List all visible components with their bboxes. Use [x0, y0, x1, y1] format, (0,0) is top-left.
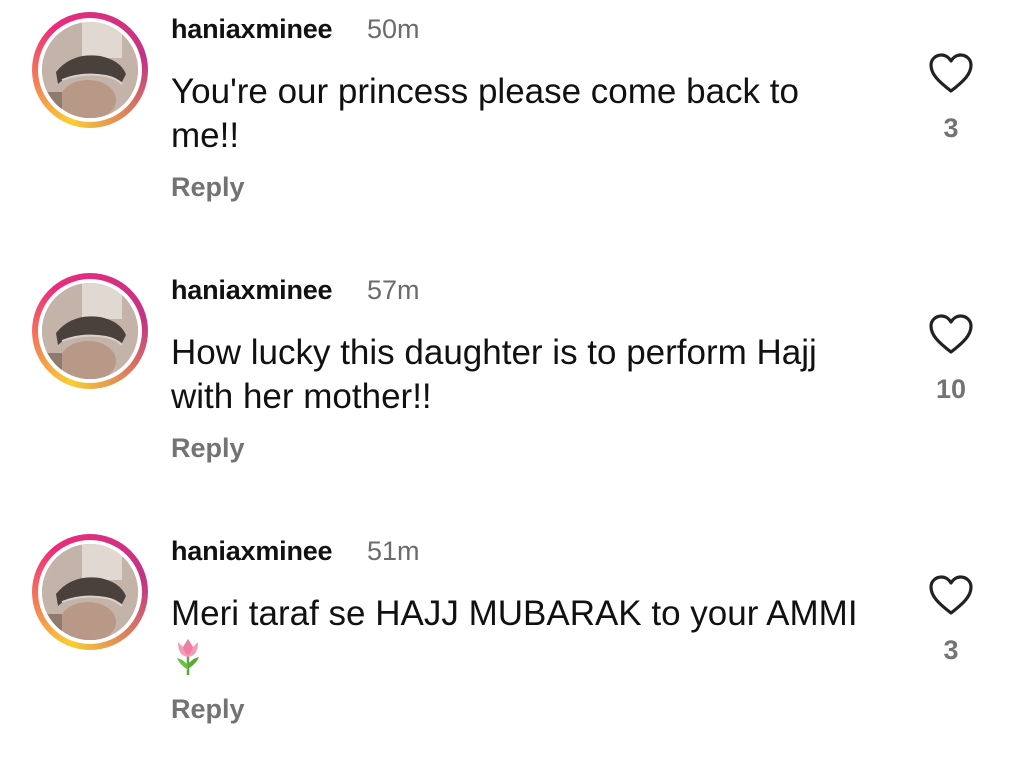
comment-timestamp: 57m: [367, 275, 420, 305]
comment-item: haniaxminee 51m Meri taraf se HAJJ MUBAR…: [0, 522, 1024, 783]
avatar-photo: [42, 22, 138, 118]
comment-text-body: Meri taraf se HAJJ MUBARAK to your AMMI: [171, 594, 858, 633]
reply-button[interactable]: Reply: [171, 694, 245, 725]
avatar-photo: [42, 283, 138, 379]
comment-timestamp: 51m: [367, 536, 420, 566]
avatar[interactable]: [32, 12, 148, 128]
heart-outline-icon[interactable]: [928, 52, 974, 94]
comment-text: Meri taraf se HAJJ MUBARAK to your AMMI: [171, 592, 871, 687]
comment-text-body: You're our princess please come back to …: [171, 72, 799, 155]
like-count: 3: [943, 635, 959, 665]
avatar[interactable]: [32, 534, 148, 650]
comment-timestamp: 50m: [367, 14, 420, 44]
like-count: 10: [935, 374, 967, 404]
tulip-icon: [173, 636, 203, 687]
comment-username[interactable]: haniaxminee: [171, 536, 333, 567]
comment-item: haniaxminee 50m You're our princess plea…: [0, 0, 1024, 261]
like-count: 3: [943, 113, 959, 143]
reply-button[interactable]: Reply: [171, 433, 245, 464]
comment-text: How lucky this daughter is to perform Ha…: [171, 331, 871, 419]
avatar[interactable]: [32, 273, 148, 389]
comment-item: haniaxminee 57m How lucky this daughter …: [0, 261, 1024, 522]
avatar-photo: [42, 544, 138, 640]
comment-text-body: How lucky this daughter is to perform Ha…: [171, 333, 817, 416]
heart-outline-icon[interactable]: [928, 574, 974, 616]
heart-outline-icon[interactable]: [928, 313, 974, 355]
comment-text: You're our princess please come back to …: [171, 70, 871, 158]
comment-username[interactable]: haniaxminee: [171, 275, 333, 306]
comment-username[interactable]: haniaxminee: [171, 14, 333, 45]
reply-button[interactable]: Reply: [171, 172, 245, 203]
